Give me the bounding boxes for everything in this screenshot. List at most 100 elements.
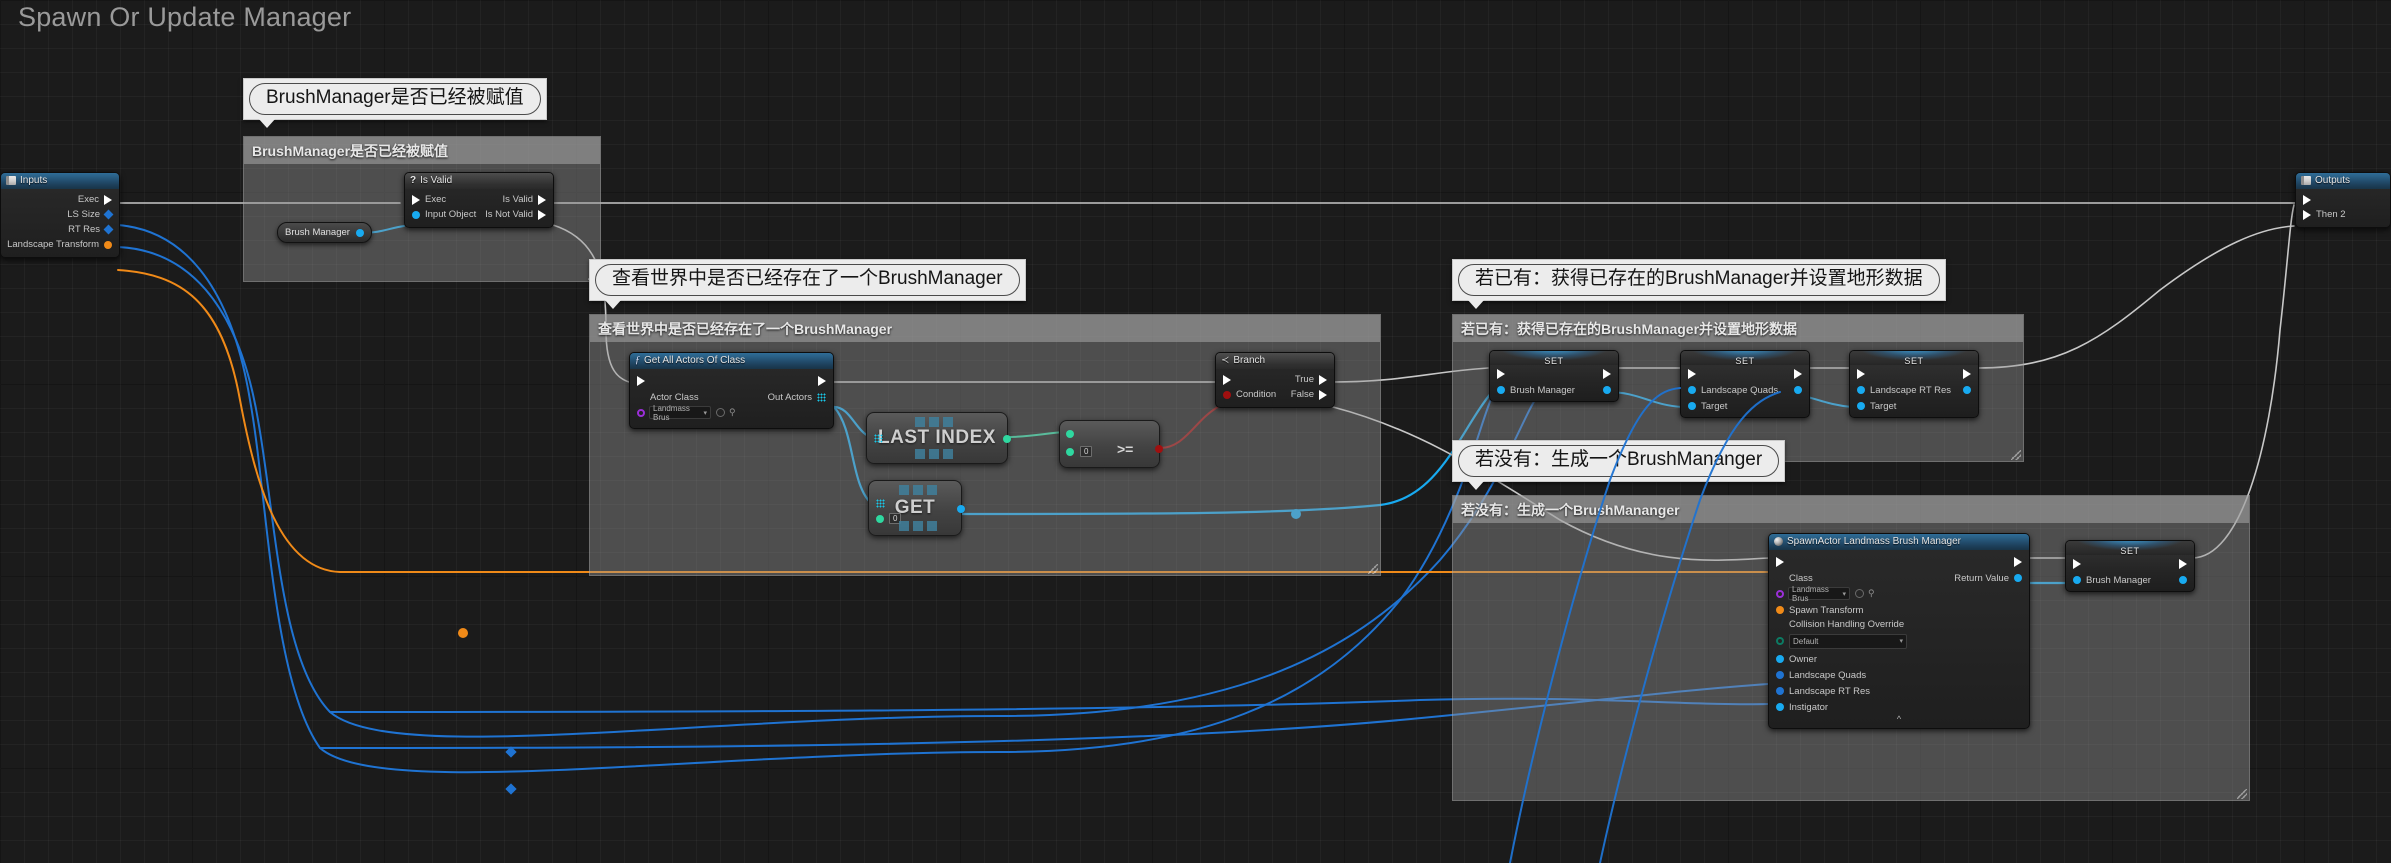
pin-row[interactable]: Exec Is Valid xyxy=(405,192,553,207)
pin-row[interactable]: Brush Manager xyxy=(2066,572,2194,588)
pin-row[interactable]: Landscape Quads xyxy=(1769,667,2029,683)
pin-row[interactable] xyxy=(1769,553,2029,571)
operand-value[interactable]: 0 xyxy=(1080,446,1093,457)
int-pin-icon[interactable] xyxy=(1776,687,1784,695)
int-pin-icon[interactable] xyxy=(103,224,114,235)
pin-row[interactable] xyxy=(2296,192,2390,207)
pin-row[interactable]: Owner xyxy=(1769,651,2029,667)
pin-row[interactable] xyxy=(2066,556,2194,572)
pin-row[interactable]: Then 2 xyxy=(2296,207,2390,222)
exec-pin-icon[interactable] xyxy=(1776,557,1784,567)
annotation-bubble-has[interactable]: 若已有：获得已存在的BrushManager并设置地形数据 xyxy=(1452,259,1946,309)
int-pin-b-icon[interactable] xyxy=(1066,448,1074,456)
exec-pin-icon[interactable] xyxy=(1497,369,1505,379)
chevron-down-icon[interactable]: ▾ xyxy=(1899,637,1903,645)
pin-row[interactable]: Spawn Transform xyxy=(1769,602,2029,618)
class-pin-icon[interactable] xyxy=(1776,589,1784,598)
pin-row[interactable]: Target xyxy=(1850,398,1978,414)
object-pin-icon[interactable] xyxy=(1497,386,1505,394)
object-output-pin-icon[interactable] xyxy=(1794,386,1802,394)
collision-widget-row[interactable]: Default ▾ xyxy=(1769,631,2029,651)
node-last-index[interactable]: LAST INDEX xyxy=(866,412,1011,464)
pin-row[interactable]: Landscape RT Res xyxy=(1850,382,1978,398)
node-set-landscape-rt-res[interactable]: SET Landscape RT Res Target xyxy=(1849,350,1979,418)
pin-row[interactable]: True xyxy=(1216,372,1334,387)
pin-row[interactable]: LS Size xyxy=(1,207,119,222)
object-output-pin-icon[interactable] xyxy=(2179,576,2187,584)
struct-pin-icon[interactable] xyxy=(1776,606,1784,614)
exec-pin-icon[interactable] xyxy=(2303,194,2311,205)
target-pin-icon[interactable] xyxy=(1857,402,1865,410)
object-pin-icon[interactable] xyxy=(957,505,965,513)
node-greater-equal[interactable]: 0 >= xyxy=(1059,420,1163,468)
exec-pin-icon[interactable] xyxy=(1603,369,1611,379)
blueprint-graph-canvas[interactable]: Spawn Or Update Manager BrushManager是否已经… xyxy=(0,0,2391,863)
chevron-down-icon[interactable]: ▾ xyxy=(703,409,707,417)
exec-pin-icon[interactable] xyxy=(1794,369,1802,379)
annotation-bubble-assigned[interactable]: BrushManager是否已经被赋值 xyxy=(243,78,547,128)
pin-row[interactable] xyxy=(1850,366,1978,382)
enum-pin-icon[interactable] xyxy=(1776,637,1784,645)
exec-pin-icon[interactable] xyxy=(1688,369,1696,379)
object-pin-icon[interactable] xyxy=(355,228,364,237)
node-outputs[interactable]: Outputs Then 2 xyxy=(2295,172,2391,228)
reset-icon[interactable] xyxy=(716,408,725,417)
chevron-down-icon[interactable]: ▾ xyxy=(1842,590,1846,598)
node-array-get[interactable]: 0 GET xyxy=(868,480,965,536)
array-pin-icon[interactable] xyxy=(874,434,883,443)
exec-pin-icon[interactable] xyxy=(1319,374,1327,385)
int-pin-icon[interactable] xyxy=(103,209,114,220)
exec-pin-icon[interactable] xyxy=(538,194,546,205)
class-pin-icon[interactable] xyxy=(637,408,645,417)
int-pin-icon[interactable] xyxy=(1688,386,1696,394)
node-set-landscape-quads[interactable]: SET Landscape Quads Target xyxy=(1680,350,1810,418)
array-pin-icon[interactable] xyxy=(817,392,826,402)
node-set-brush-manager-existing[interactable]: SET Brush Manager xyxy=(1489,350,1619,402)
object-pin-icon[interactable] xyxy=(1776,703,1784,711)
pin-row[interactable] xyxy=(630,372,833,390)
object-pin-icon[interactable] xyxy=(412,210,420,219)
pin-row[interactable]: Target xyxy=(1681,398,1809,414)
annotation-bubble-none[interactable]: 若没有：生成一个BrushMananger xyxy=(1452,440,1786,490)
int-pin-icon[interactable] xyxy=(1003,435,1011,443)
exec-pin-icon[interactable] xyxy=(2303,209,2311,220)
pin-row[interactable]: RT Res xyxy=(1,222,119,237)
pin-row[interactable]: Brush Manager xyxy=(1490,382,1618,398)
array-pin-icon[interactable] xyxy=(876,499,885,508)
node-get-all-actors-of-class[interactable]: ƒ Get All Actors Of Class Actor Class Ou… xyxy=(629,352,834,429)
exec-pin-icon[interactable] xyxy=(818,376,826,386)
exec-pin-icon[interactable] xyxy=(2073,559,2081,569)
exec-pin-icon[interactable] xyxy=(1963,369,1971,379)
exec-pin-icon[interactable] xyxy=(1223,374,1231,385)
target-pin-icon[interactable] xyxy=(1688,402,1696,410)
collision-handling-dropdown[interactable]: Default ▾ xyxy=(1789,633,1907,649)
spawn-class-dropdown[interactable]: Landmass Brus ▾ xyxy=(1788,585,1850,603)
resize-grip[interactable] xyxy=(1368,564,1378,574)
class-widget-row[interactable]: Landmass Brus ▾ ⚲ xyxy=(630,404,833,422)
browse-search-icon[interactable]: ⚲ xyxy=(729,407,736,418)
pin-row[interactable]: Landscape Transform xyxy=(1,237,119,252)
reset-icon[interactable] xyxy=(1855,589,1864,598)
exec-pin-icon[interactable] xyxy=(1857,369,1865,379)
object-output-pin-icon[interactable] xyxy=(1963,386,1971,394)
node-branch[interactable]: ≺ Branch True Condition False xyxy=(1215,352,1335,408)
actor-class-dropdown[interactable]: Landmass Brus ▾ xyxy=(649,404,711,422)
annotation-bubble-exists[interactable]: 查看世界中是否已经存在了一个BrushManager xyxy=(589,259,1026,309)
class-widget-row[interactable]: Landmass Brus ▾ ⚲ xyxy=(1769,585,2029,603)
struct-pin-icon[interactable] xyxy=(104,240,112,249)
chevron-up-icon[interactable]: ^ xyxy=(1769,715,2029,726)
int-pin-a-icon[interactable] xyxy=(1066,430,1074,438)
pin-row[interactable]: Input Object Is Not Valid xyxy=(405,207,553,222)
exec-pin-icon[interactable] xyxy=(1319,389,1327,400)
pin-row[interactable]: Landscape Quads xyxy=(1681,382,1809,398)
pin-row[interactable] xyxy=(1490,366,1618,382)
exec-pin-icon[interactable] xyxy=(104,194,112,205)
exec-pin-icon[interactable] xyxy=(2014,557,2022,567)
int-pin-icon[interactable] xyxy=(1857,386,1865,394)
pin-row[interactable]: Condition False xyxy=(1216,387,1334,402)
bool-pin-icon[interactable] xyxy=(1155,445,1163,453)
node-set-brush-manager-spawned[interactable]: SET Brush Manager xyxy=(2065,540,2195,592)
node-inputs[interactable]: Inputs Exec LS Size RT Res Landscape Tra… xyxy=(0,172,120,258)
pin-row[interactable]: Instigator xyxy=(1769,699,2029,715)
pin-row[interactable] xyxy=(1681,366,1809,382)
